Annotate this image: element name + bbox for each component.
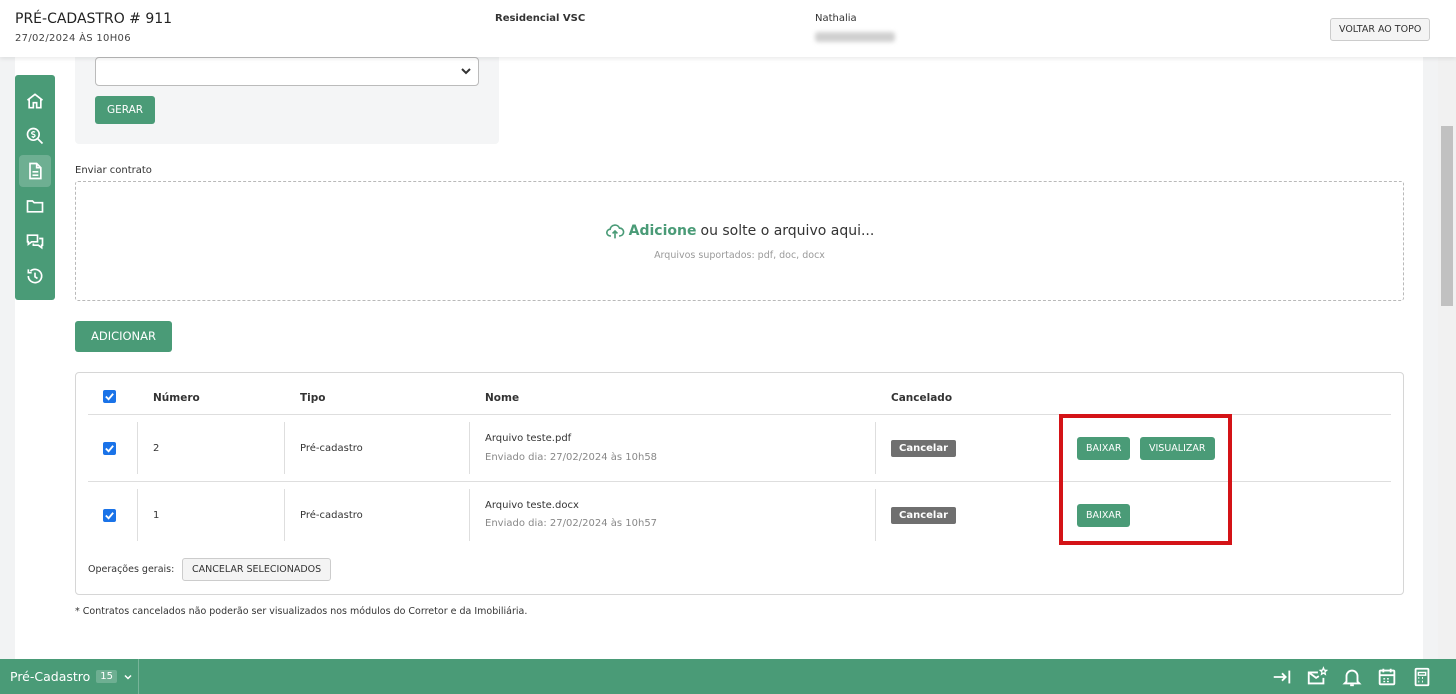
check-icon: [105, 445, 114, 453]
row-checkbox[interactable]: [103, 442, 116, 455]
row-number: 1: [153, 510, 160, 521]
page-title: PRÉ-CADASTRO # 911: [15, 11, 173, 27]
sidebar-item-folders[interactable]: [19, 190, 51, 222]
document-icon: [29, 162, 42, 180]
header-number: Número: [153, 392, 200, 404]
row-file-name: Arquivo teste.pdf: [485, 433, 572, 444]
upload-label: Enviar contrato: [75, 165, 152, 176]
dropzone-prompt: Adicione ou solte o arquivo aqui...: [76, 222, 1403, 240]
scrollbar-thumb[interactable]: [1441, 126, 1453, 306]
cell-divider: [137, 489, 138, 541]
header-bar: PRÉ-CADASTRO # 911 27/02/2024 ÀS 10H06 R…: [0, 0, 1456, 57]
row-type: Pré-cadastro: [300, 510, 363, 521]
check-icon: [105, 512, 114, 520]
mail-star-icon[interactable]: [1306, 666, 1329, 688]
chevron-down-icon: [124, 674, 132, 680]
row-type: Pré-cadastro: [300, 443, 363, 454]
row-checkbox[interactable]: [103, 509, 116, 522]
contract-template-select[interactable]: [95, 57, 479, 86]
calendar-icon[interactable]: [1376, 666, 1398, 688]
cancel-button[interactable]: Cancelar: [891, 507, 957, 524]
calculator-icon[interactable]: [1411, 666, 1433, 688]
collapse-right-icon[interactable]: [1271, 666, 1293, 688]
sidebar-item-messages[interactable]: [19, 225, 51, 257]
dropzone-text: ou solte o arquivo aqui...: [700, 223, 875, 239]
cell-divider: [875, 422, 876, 474]
dropzone-hint: Arquivos suportados: pdf, doc, docx: [654, 250, 825, 261]
sidebar-item-documents[interactable]: [19, 155, 51, 187]
generate-button[interactable]: GERAR: [95, 96, 155, 124]
page-subtitle: 27/02/2024 ÀS 10H06: [15, 33, 131, 44]
sidebar-item-home[interactable]: [19, 85, 51, 117]
cell-divider: [875, 489, 876, 541]
home-icon: [26, 93, 44, 109]
cell-divider: [284, 489, 285, 541]
tab-label: Pré-Cadastro: [10, 669, 91, 684]
row-number: 2: [153, 443, 160, 454]
client-name: Nathalia: [815, 13, 857, 24]
row-sent-date: Enviado dia: 27/02/2024 às 10h58: [485, 452, 658, 463]
add-file-button[interactable]: ADICIONAR: [75, 321, 172, 352]
bottom-bar: Pré-Cadastro 15: [0, 659, 1456, 694]
sidebar-item-finance[interactable]: [19, 120, 51, 152]
check-icon: [105, 393, 114, 401]
footnote: * Contratos cancelados não poderão ser v…: [75, 606, 528, 617]
cell-divider: [469, 422, 470, 474]
cell-divider: [284, 422, 285, 474]
header-name: Nome: [485, 392, 520, 404]
file-dropzone[interactable]: Adicione ou solte o arquivo aqui... Arqu…: [75, 181, 1404, 301]
project-name: Residencial VSC: [495, 13, 586, 24]
chat-icon: [26, 234, 44, 250]
row-sent-date: Enviado dia: 27/02/2024 às 10h57: [485, 518, 658, 529]
cell-divider: [137, 422, 138, 474]
chevron-down-icon: [461, 68, 471, 75]
back-to-top-button[interactable]: VOLTAR AO TOPO: [1330, 18, 1431, 41]
cancel-button[interactable]: Cancelar: [891, 440, 957, 457]
cell-divider: [469, 489, 470, 541]
folder-icon: [26, 200, 44, 213]
row-file-name: Arquivo teste.docx: [485, 500, 579, 511]
tab-count-badge: 15: [96, 670, 118, 683]
sidebar-item-history[interactable]: [19, 260, 51, 292]
client-phone-blurred: [815, 32, 895, 42]
header-type: Tipo: [300, 392, 326, 404]
header-cancelled: Cancelado: [891, 392, 953, 404]
tab-pre-cadastro[interactable]: Pré-Cadastro 15: [0, 659, 139, 694]
dropzone-add-link[interactable]: Adicione: [629, 223, 697, 239]
money-search-icon: [26, 127, 44, 145]
select-all-checkbox[interactable]: [103, 390, 116, 403]
cancel-selected-button[interactable]: CANCELAR SELECIONADOS: [182, 558, 332, 581]
history-icon: [27, 268, 43, 284]
general-operations-label: Operações gerais:: [88, 564, 175, 575]
cloud-upload-icon: [605, 224, 625, 239]
actions-highlight-box: [1059, 414, 1232, 545]
sidebar: [15, 75, 55, 300]
bell-icon[interactable]: [1341, 666, 1363, 688]
